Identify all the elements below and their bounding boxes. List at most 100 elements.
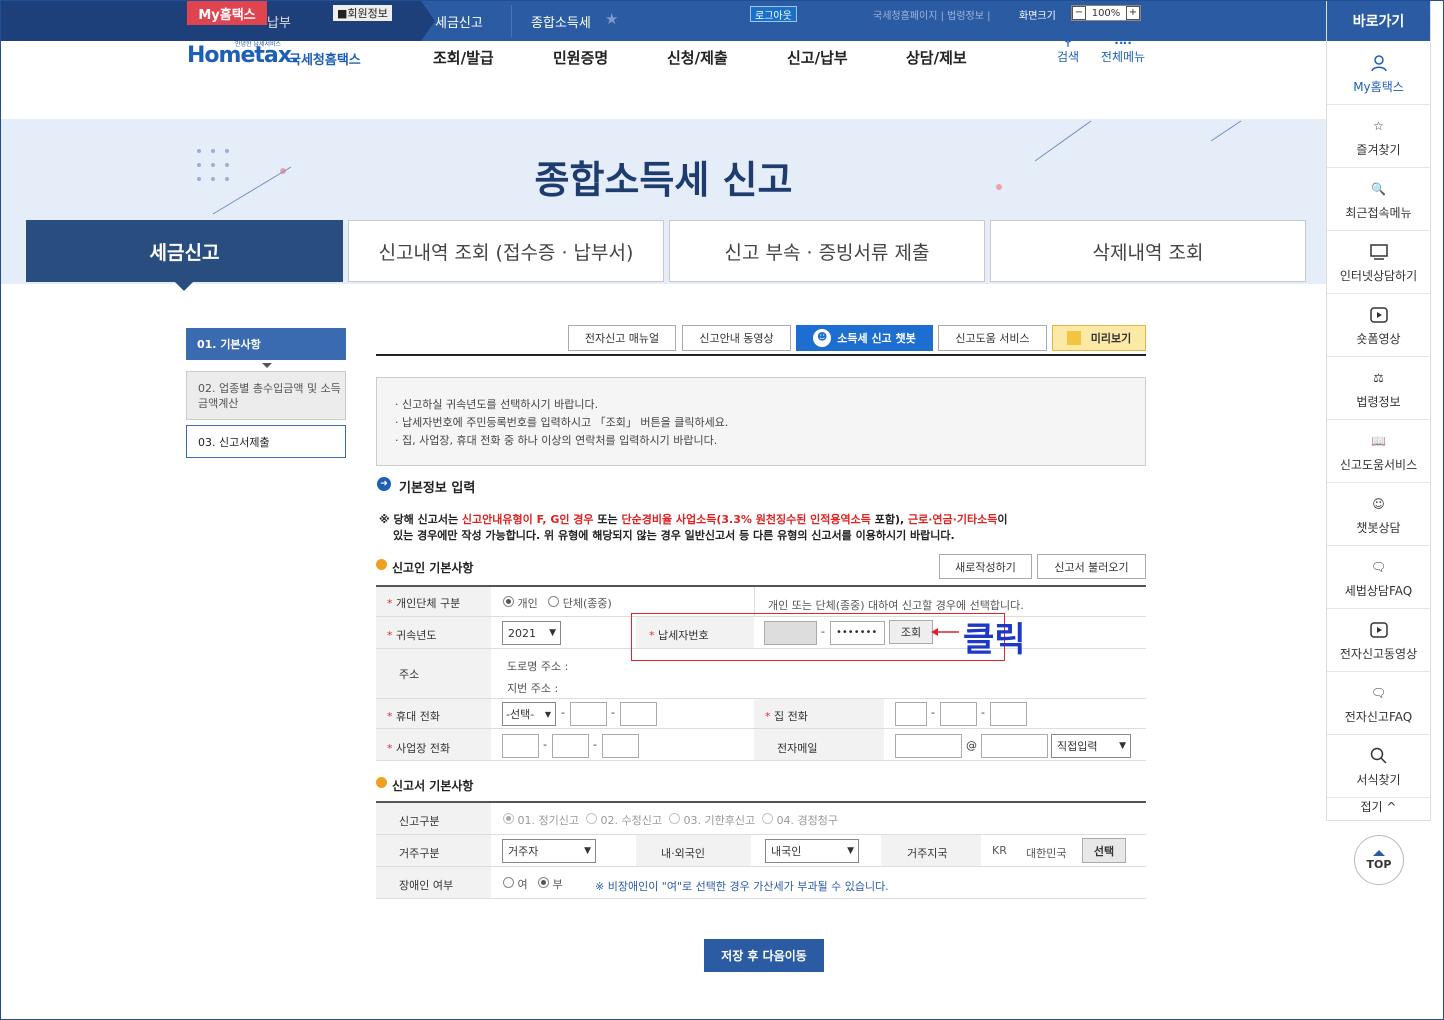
sidebar-item-online-consult[interactable]: 인터넷상담하기 — [1327, 232, 1430, 294]
radio-individual[interactable] — [503, 596, 514, 607]
radio-group-org[interactable] — [548, 596, 560, 607]
load-form-button[interactable]: 신고서 불러오기 — [1037, 554, 1146, 579]
home-phone-2-input[interactable] — [940, 702, 977, 726]
gnb-apply[interactable]: 신청/제출 — [667, 47, 728, 68]
radio-disabled-no[interactable] — [538, 877, 550, 888]
sidebar-item-law[interactable]: ⚖ 법령정보 — [1327, 358, 1430, 420]
user-icon — [1368, 52, 1390, 74]
star-icon[interactable]: ★ — [605, 10, 618, 28]
home-phone-3-input[interactable] — [990, 702, 1027, 726]
nationality-select[interactable]: 내국인 ▼ — [765, 839, 859, 863]
residence-select[interactable]: 거주자 ▼ — [502, 839, 596, 863]
top-links[interactable]: 국세청홈페이지 | 법령정보 | — [873, 7, 990, 22]
arrow-up-icon — [1373, 849, 1385, 856]
active-tab-pointer — [175, 282, 193, 291]
crumb-income-tax[interactable]: 종합소득세 — [531, 12, 591, 31]
sidebar-item-recent[interactable]: 🔍 최근접속메뉴 — [1327, 169, 1430, 231]
warning-text: ※ 당해 신고서는 신고안내유형이 F, G인 경우 또는 단순경비율 사업소득… — [379, 513, 1008, 542]
new-form-button[interactable]: 새로작성하기 — [939, 554, 1032, 579]
search-icon: ⚲ — [1062, 33, 1074, 49]
country-name: 대한민국 — [1026, 847, 1067, 860]
year-select[interactable]: 2021 ▼ — [502, 621, 561, 645]
preview-button[interactable]: 미리보기 — [1052, 325, 1146, 351]
work-phone-3-input[interactable] — [602, 734, 639, 758]
step-basic[interactable]: 01. 기본사항 — [186, 328, 346, 360]
save-next-button[interactable]: 저장 후 다음이동 — [704, 939, 824, 972]
manual-button[interactable]: 전자신고 매뉴얼 — [568, 325, 676, 351]
chevron-down-icon: ▼ — [549, 628, 556, 638]
help-service-button[interactable]: 신고도움 서비스 — [938, 325, 1047, 351]
radio-regular[interactable] — [503, 813, 514, 824]
work-phone-1-input[interactable] — [502, 734, 539, 758]
hometax-logo[interactable]: 안녕한 납세서비스 Hometax. 국세청홈택스 — [187, 35, 367, 75]
search-button[interactable]: ⚲ 검색 — [1053, 34, 1083, 65]
crumb-separator — [421, 1, 435, 41]
preview-label: 미리보기 — [1090, 332, 1132, 345]
step-income-calc[interactable]: 02. 업종별 총수입금액 및 소득금액계산 — [186, 371, 346, 420]
video-guide-button[interactable]: 신고안내 동영상 — [682, 325, 791, 351]
tab-deleted[interactable]: 삭제내역 조회 — [990, 220, 1306, 282]
home-phone-1-input[interactable] — [895, 702, 927, 726]
mobile-end-input[interactable] — [620, 702, 657, 726]
scroll-top-button[interactable]: TOP — [1354, 835, 1404, 885]
report-kind-radios: 01. 정기신고 02. 수정신고 03. 기한후신고 04. 경정청구 — [503, 812, 838, 828]
gnb-inquiry[interactable]: 조회/발급 — [433, 47, 494, 68]
at-sign: @ — [966, 739, 977, 752]
taxno-front-input[interactable] — [764, 621, 817, 645]
chevron-down-icon: ▼ — [544, 709, 551, 719]
country-select-button[interactable]: 선택 — [1082, 838, 1126, 863]
zoom-in-icon[interactable]: + — [1126, 6, 1140, 20]
sidebar-item-favorites[interactable]: ☆ 즐겨찾기 — [1327, 106, 1430, 168]
radio-late[interactable] — [668, 813, 680, 824]
zoom-out-icon[interactable]: − — [1072, 6, 1086, 20]
gnb-consult[interactable]: 상담/제보 — [906, 47, 967, 68]
radio-claim[interactable] — [762, 813, 774, 824]
section-arrow-icon: ➜ — [377, 477, 391, 491]
zoom-value: 100% — [1091, 7, 1121, 19]
member-info-button[interactable]: ■ 회원정보 — [333, 5, 392, 21]
tab-tax-report[interactable]: 세금신고 — [26, 220, 343, 282]
sidebar-item-form-search[interactable]: 서식찾기 — [1327, 736, 1430, 798]
residence-label: 거주구분 — [399, 847, 440, 860]
taxno-back-input[interactable]: ••••••• — [830, 621, 885, 645]
sidebar-title: 바로가기 — [1327, 1, 1430, 41]
prev-crumb[interactable]: 납부 — [267, 12, 291, 31]
section-bullet-icon — [376, 559, 387, 570]
chevron-down-icon: ▼ — [1119, 741, 1126, 751]
page-title: 종합소득세 신고 — [534, 158, 793, 202]
tab-attachments[interactable]: 신고 부속 · 증빙서류 제출 — [669, 220, 985, 282]
top-label: TOP — [1366, 857, 1392, 871]
sidebar-item-chatbot[interactable]: ☺ 챗봇상담 — [1327, 484, 1430, 546]
radio-amend[interactable] — [585, 813, 597, 824]
mobile-prefix-select[interactable]: -선택- ▼ — [502, 702, 556, 726]
mobile-mid-input[interactable] — [570, 702, 607, 726]
radio-disabled-yes[interactable] — [503, 877, 514, 888]
logout-button[interactable]: 로그아웃 — [750, 6, 797, 22]
step-submit[interactable]: 03. 신고서제출 — [186, 425, 346, 458]
work-phone-2-input[interactable] — [552, 734, 589, 758]
email-id-input[interactable] — [895, 734, 962, 758]
logo-brand: Hometax. — [187, 43, 299, 68]
step-arrow-icon — [262, 363, 272, 368]
all-menu-button[interactable]: ∷∷ 전체메뉴 — [1097, 34, 1149, 65]
tab-history[interactable]: 신고내역 조회 (접수증 · 납부서) — [348, 220, 664, 282]
gnb-report[interactable]: 신고/납부 — [787, 47, 848, 68]
chatbot-icon: ☻ — [813, 329, 832, 347]
sidebar-item-shorts[interactable]: 숏폼영상 — [1327, 295, 1430, 357]
crumb-tax-report[interactable]: 세금신고 — [435, 12, 483, 31]
sidebar-item-efiling-faq[interactable]: 🗨 전자신고FAQ — [1327, 673, 1430, 735]
sidebar-item-help-service[interactable]: 📖 신고도움서비스 — [1327, 421, 1430, 483]
myhometax-badge[interactable]: My홈택스 — [187, 1, 267, 25]
gnb-civil[interactable]: 민원증명 — [553, 47, 608, 68]
sidebar-fold-button[interactable]: 접기 ^ — [1327, 798, 1430, 820]
recent-search-icon: 🔍 — [1371, 182, 1386, 196]
sidebar-item-myhometax[interactable]: My홈택스 — [1327, 43, 1430, 105]
notice-line: · 집, 사업장, 휴대 전화 중 하나 이상의 연락처를 입력하시기 바랍니다… — [395, 434, 718, 447]
sidebar-item-efiling-video[interactable]: 전자신고동영상 — [1327, 610, 1430, 672]
sidebar-item-tax-faq[interactable]: 🗨 세법상담FAQ — [1327, 547, 1430, 609]
lookup-button[interactable]: 조회 — [889, 620, 933, 644]
email-domain-select[interactable]: 직접입력 ▼ — [1051, 734, 1131, 758]
arrow-left-icon — [931, 628, 959, 636]
chatbot-button[interactable]: ☻ 소득세 신고 챗봇 — [796, 325, 933, 351]
email-domain-input[interactable] — [981, 734, 1048, 758]
